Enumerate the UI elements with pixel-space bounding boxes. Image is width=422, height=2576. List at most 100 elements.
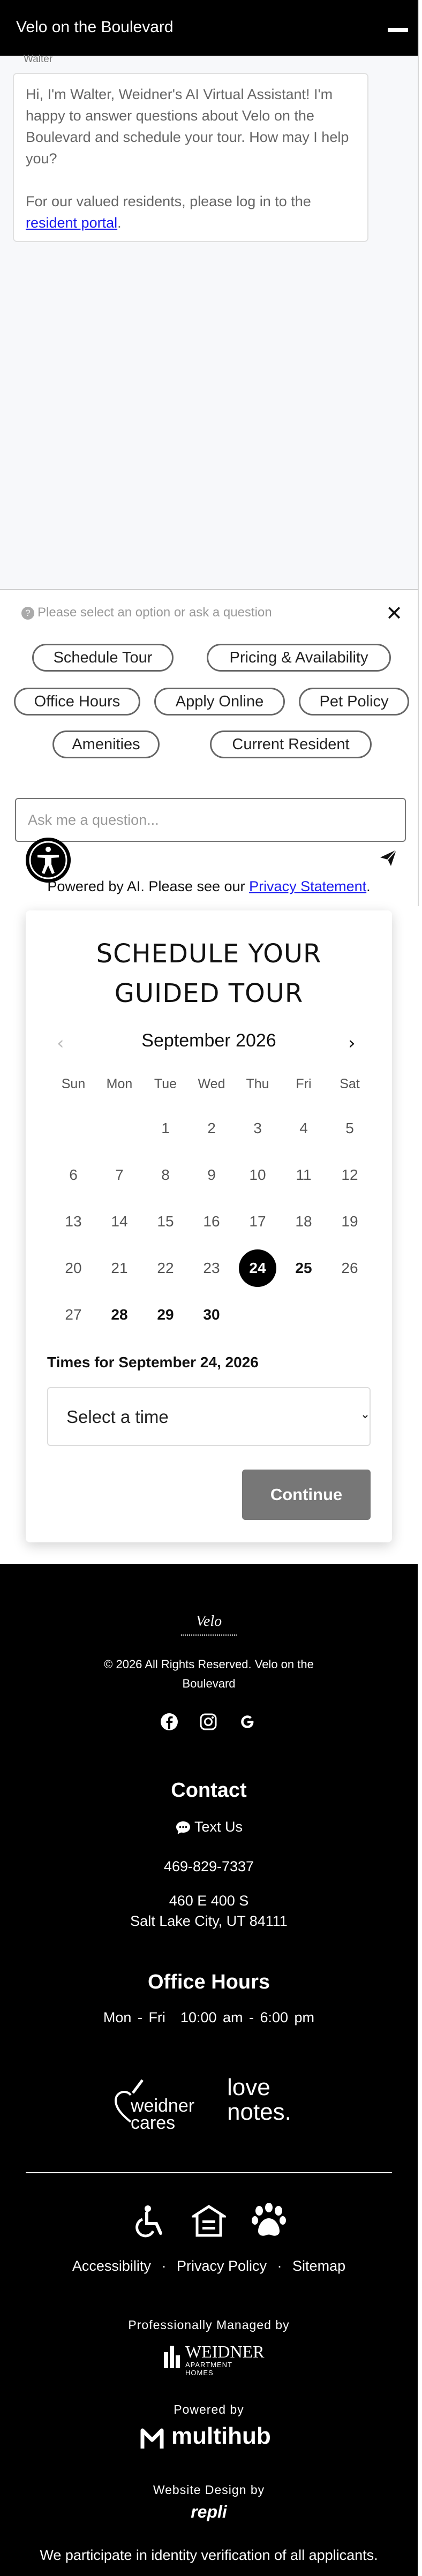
design-by-label: Website Design by: [153, 2483, 265, 2497]
weekday-label: Thu: [246, 1076, 269, 1091]
chat-widget: Velo on the Boulevard Walter Hi, I'm Wal…: [0, 0, 419, 907]
calendar-day: 5: [345, 1120, 354, 1136]
weidner-logo[interactable]: WEIDNER APARTMENT HOMES: [163, 2341, 265, 2377]
calendar-day-selected[interactable]: 24: [239, 1249, 276, 1287]
weekday-label: Mon: [106, 1076, 133, 1091]
calendar-day: 4: [299, 1120, 308, 1136]
calendar-day: 27: [65, 1306, 82, 1323]
calendar-day: 22: [157, 1260, 174, 1276]
repli-logo[interactable]: repli: [0, 2502, 418, 2522]
accessibility-link[interactable]: Accessibility: [72, 2258, 151, 2274]
privacy-statement-link[interactable]: Privacy Statement: [249, 878, 366, 894]
chat-title: Velo on the Boulevard: [16, 18, 174, 36]
calendar-day: 19: [341, 1213, 358, 1230]
weekday-label: Fri: [296, 1076, 312, 1091]
question-icon: ?: [21, 606, 34, 620]
calendar-day: 14: [111, 1213, 128, 1230]
calendar-day: 1: [161, 1120, 170, 1136]
calendar-day: 8: [161, 1166, 170, 1183]
love-notes-line1: love: [227, 2074, 270, 2100]
minimize-icon[interactable]: [388, 28, 408, 32]
text-us-link[interactable]: Text Us: [0, 1819, 418, 1835]
weidner-cares-text: weidner cares: [131, 2096, 195, 2133]
footer-divider: [26, 2172, 392, 2173]
calendar-day-available[interactable]: 29: [147, 1296, 184, 1334]
option-schedule-tour[interactable]: Schedule Tour: [32, 644, 174, 672]
greeting-bubble: Hi, I'm Walter, Weidner's AI Virtual Ass…: [13, 73, 368, 242]
time-select[interactable]: Select a time: [47, 1387, 371, 1446]
office-time: 10:00 am - 6:00 pm: [180, 2009, 315, 2025]
powered-suffix: .: [366, 878, 371, 894]
wheelchair-icon: [135, 2205, 162, 2238]
instagram-icon[interactable]: [199, 1713, 217, 1731]
sitemap-link[interactable]: Sitemap: [292, 2258, 345, 2274]
close-icon[interactable]: ✕: [386, 603, 403, 623]
calendar-day: 21: [111, 1260, 128, 1276]
phone-link[interactable]: 469-829-7337: [0, 1858, 418, 1875]
office-hours-text: Mon - Fri 10:00 am - 6:00 pm: [0, 2009, 418, 2026]
continue-button[interactable]: Continue: [242, 1470, 371, 1520]
tour-heading-line1: SCHEDULE YOUR: [96, 939, 322, 969]
love-notes-logo[interactable]: love notes.: [227, 2076, 307, 2129]
option-amenities[interactable]: Amenities: [52, 730, 160, 758]
option-apply-online[interactable]: Apply Online: [154, 688, 285, 715]
times-label: Times for September 24, 2026: [47, 1354, 259, 1370]
google-icon[interactable]: [238, 1713, 257, 1731]
calendar-day: 20: [65, 1260, 82, 1276]
chat-icon: [176, 1821, 190, 1834]
resident-prefix: For our valued residents, please log in …: [26, 193, 311, 209]
options-hint: ? Please select an option or ask a questi…: [21, 605, 272, 620]
option-current-resident[interactable]: Current Resident: [210, 730, 372, 758]
privacy-policy-link[interactable]: Privacy Policy: [177, 2258, 267, 2274]
calendar-day: 23: [203, 1260, 220, 1276]
powered-by-label: Powered by: [174, 2402, 244, 2416]
calendar-day: 6: [69, 1166, 78, 1183]
address-line1: 460 E 400 S: [169, 1893, 249, 1909]
calendar-day-available[interactable]: 30: [193, 1296, 230, 1334]
calendar-day: 17: [249, 1213, 266, 1230]
facebook-icon[interactable]: [160, 1713, 178, 1731]
option-pet-policy[interactable]: Pet Policy: [299, 688, 409, 715]
tour-heading-line2: GUIDED TOUR: [114, 978, 304, 1008]
paw-icon: [252, 2203, 286, 2236]
option-pricing-availability[interactable]: Pricing & Availability: [207, 644, 391, 672]
weidner-cares-logo[interactable]: weidner cares: [115, 2078, 206, 2132]
chevron-right-icon[interactable]: ›: [348, 1033, 356, 1054]
weekday-label: Sun: [61, 1076, 86, 1091]
options-hint-text: Please select an option or ask a questio…: [37, 605, 272, 620]
address-link[interactable]: 460 E 400 S Salt Lake City, UT 84111: [0, 1890, 418, 1931]
equal-housing-icon: [192, 2205, 226, 2237]
calendar-day: 15: [157, 1213, 174, 1230]
calendar-day: 16: [203, 1213, 220, 1230]
resident-suffix: .: [117, 215, 122, 231]
ask-input[interactable]: [15, 798, 406, 842]
calendar-day: 2: [207, 1120, 216, 1136]
option-office-hours[interactable]: Office Hours: [14, 688, 140, 715]
calendar-day: 13: [65, 1213, 82, 1230]
send-icon[interactable]: [379, 849, 397, 867]
resident-text: For our valued residents, please log in …: [26, 191, 356, 234]
weekday-label: Sat: [340, 1076, 360, 1091]
office-hours-heading: Office Hours: [147, 1971, 270, 1993]
copyright-line1: © 2026 All Rights Reserved. Velo on the: [104, 1658, 314, 1671]
calendar-day: 7: [115, 1166, 124, 1183]
calendar-day: 9: [207, 1166, 216, 1183]
velo-logo[interactable]: Velo: [177, 1613, 241, 1639]
text-us-label: Text Us: [194, 1819, 243, 1835]
contact-heading: Contact: [171, 1779, 247, 1802]
multihub-logo[interactable]: multihub: [140, 2423, 277, 2453]
accessibility-icon[interactable]: [26, 838, 71, 883]
calendar-month: September 2026: [141, 1030, 276, 1051]
footer-links: Accessibility · Privacy Policy · Sitemap: [0, 2258, 418, 2274]
calendar-day-available[interactable]: 28: [101, 1296, 138, 1334]
copyright-line2: Boulevard: [182, 1677, 236, 1690]
resident-portal-link[interactable]: resident portal: [26, 215, 117, 231]
multihub-text: multihub: [171, 2423, 271, 2449]
powered-prefix: Powered by AI. Please see our: [47, 878, 250, 894]
chat-header: Velo on the Boulevard: [0, 0, 418, 56]
weidner-building-icon: [164, 2346, 180, 2368]
calendar-day: 12: [341, 1166, 358, 1183]
calendar-day-available[interactable]: 25: [285, 1249, 322, 1287]
calendar-day: 3: [253, 1120, 262, 1136]
weidner-sub: APARTMENT HOMES: [185, 2361, 232, 2377]
